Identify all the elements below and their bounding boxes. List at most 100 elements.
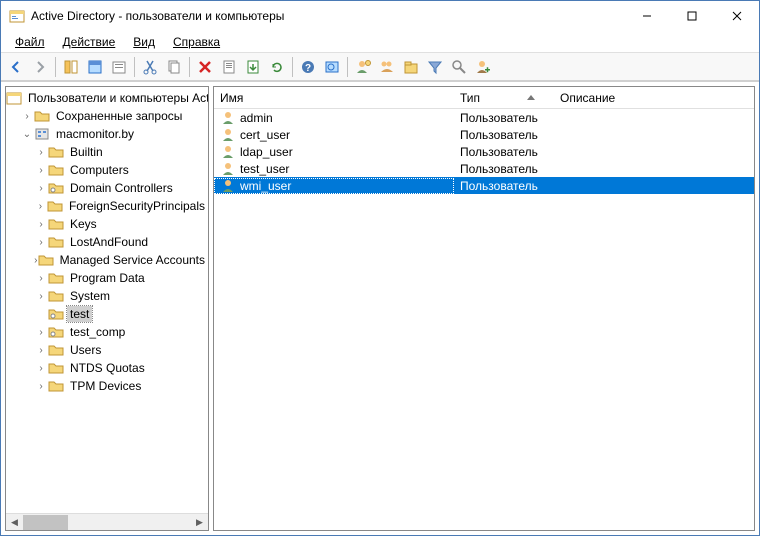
app-icon: [9, 8, 25, 24]
tree-label: LostAndFound: [67, 234, 151, 250]
list-item-type: Пользователь: [454, 162, 554, 176]
expand-icon[interactable]: ›: [34, 183, 48, 194]
collapse-icon[interactable]: ⌄: [20, 129, 34, 140]
list-item-test-user[interactable]: test_user Пользователь: [214, 160, 754, 177]
ou-icon: [48, 180, 64, 196]
list-pane: Имя Тип Описание admin Пользователь cert…: [213, 86, 755, 531]
help-button[interactable]: ?: [297, 56, 319, 78]
tree-keys[interactable]: ›Keys: [6, 215, 208, 233]
list-item-cert-user[interactable]: cert_user Пользователь: [214, 126, 754, 143]
minimize-button[interactable]: [624, 1, 669, 31]
refresh-button[interactable]: [266, 56, 288, 78]
close-button[interactable]: [714, 1, 759, 31]
properties-sheet-button[interactable]: [218, 56, 240, 78]
copy-button[interactable]: [163, 56, 185, 78]
toolbar-separator: [134, 57, 135, 77]
nav-forward-button[interactable]: [29, 56, 51, 78]
scroll-left-button[interactable]: ◀: [6, 514, 23, 531]
tree-builtin[interactable]: › Builtin: [6, 143, 208, 161]
tree-view[interactable]: Пользователи и компьютеры Active Directo…: [6, 87, 208, 513]
expand-icon[interactable]: ›: [34, 327, 48, 338]
tree-lostfound[interactable]: › LostAndFound: [6, 233, 208, 251]
folder-icon: [48, 342, 64, 358]
expand-icon[interactable]: ›: [34, 291, 48, 302]
tree-users[interactable]: ›Users: [6, 341, 208, 359]
domain-icon: [34, 126, 50, 142]
tree-saved-queries[interactable]: › Сохраненные запросы: [6, 107, 208, 125]
menu-action[interactable]: Действие: [55, 33, 124, 51]
folder-icon: [48, 288, 64, 304]
toolbar: ?: [1, 53, 759, 81]
properties-button[interactable]: [84, 56, 106, 78]
tree-program-data[interactable]: ›Program Data: [6, 269, 208, 287]
delete-view-button[interactable]: [108, 56, 130, 78]
expand-icon[interactable]: ›: [34, 147, 48, 158]
list-body[interactable]: admin Пользователь cert_user Пользовател…: [214, 109, 754, 530]
column-description[interactable]: Описание: [554, 87, 754, 108]
tree-test[interactable]: test: [6, 305, 208, 323]
tree-pane: Пользователи и компьютеры Active Directo…: [5, 86, 209, 531]
column-name[interactable]: Имя: [214, 87, 454, 108]
tree-computers[interactable]: › Computers: [6, 161, 208, 179]
ad-root-icon: [6, 90, 22, 106]
tree-msa[interactable]: ›Managed Service Accounts: [6, 251, 208, 269]
toolbar-separator: [347, 57, 348, 77]
expand-icon[interactable]: ›: [34, 381, 48, 392]
tree-label: Пользователи и компьютеры Active Directo…: [25, 90, 208, 106]
list-item-admin[interactable]: admin Пользователь: [214, 109, 754, 126]
tree-label: macmonitor.by: [53, 126, 137, 142]
add-to-group-button[interactable]: [472, 56, 494, 78]
expand-icon[interactable]: ›: [34, 237, 48, 248]
folder-icon: [34, 108, 50, 124]
find-objects-button[interactable]: [448, 56, 470, 78]
cut-button[interactable]: [139, 56, 161, 78]
new-ou-button[interactable]: [400, 56, 422, 78]
tree-label: Builtin: [67, 144, 106, 160]
tree-label: Computers: [67, 162, 132, 178]
delete-button[interactable]: [194, 56, 216, 78]
menu-help[interactable]: Справка: [165, 33, 228, 51]
folder-icon: [48, 162, 64, 178]
toolbar-separator: [55, 57, 56, 77]
maximize-button[interactable]: [669, 1, 714, 31]
tree-test-comp[interactable]: ›test_comp: [6, 323, 208, 341]
expand-icon[interactable]: ›: [34, 201, 47, 212]
expand-icon[interactable]: ›: [20, 111, 34, 122]
column-type[interactable]: Тип: [454, 87, 554, 108]
new-group-button[interactable]: [376, 56, 398, 78]
menu-file[interactable]: Файл: [7, 33, 53, 51]
export-button[interactable]: [242, 56, 264, 78]
tree-root[interactable]: Пользователи и компьютеры Active Directo…: [6, 89, 208, 107]
list-item-type: Пользователь: [454, 179, 554, 193]
list-item-wmi-user[interactable]: wmi_user Пользователь: [214, 177, 754, 194]
list-item-ldap-user[interactable]: ldap_user Пользователь: [214, 143, 754, 160]
show-hide-tree-button[interactable]: [60, 56, 82, 78]
horizontal-scrollbar[interactable]: ◀ ▶: [6, 513, 208, 530]
expand-icon[interactable]: ›: [34, 363, 48, 374]
tree-domain[interactable]: ⌄ macmonitor.by: [6, 125, 208, 143]
folder-icon: [48, 144, 64, 160]
tree-label: TPM Devices: [67, 378, 144, 394]
tree-ntds-quotas[interactable]: ›NTDS Quotas: [6, 359, 208, 377]
menu-view[interactable]: Вид: [125, 33, 163, 51]
nav-back-button[interactable]: [5, 56, 27, 78]
tree-fsp[interactable]: ›ForeignSecurityPrincipals: [6, 197, 208, 215]
expand-icon[interactable]: ›: [34, 219, 48, 230]
filter-button[interactable]: [424, 56, 446, 78]
tree-system[interactable]: ›System: [6, 287, 208, 305]
tree-tpm-devices[interactable]: › TPM Devices: [6, 377, 208, 395]
scroll-right-button[interactable]: ▶: [191, 514, 208, 531]
tree-domain-controllers[interactable]: ›Domain Controllers: [6, 179, 208, 197]
expand-icon[interactable]: ›: [34, 165, 48, 176]
window-title: Active Directory - пользователи и компью…: [31, 9, 624, 23]
tree-label: test: [67, 306, 92, 322]
find-button[interactable]: [321, 56, 343, 78]
scroll-thumb[interactable]: [23, 515, 68, 530]
expand-icon[interactable]: ›: [34, 273, 48, 284]
folder-icon: [48, 270, 64, 286]
expand-icon[interactable]: ›: [34, 345, 48, 356]
scroll-track[interactable]: [23, 514, 191, 531]
folder-icon: [48, 216, 64, 232]
svg-text:?: ?: [305, 63, 311, 74]
new-user-button[interactable]: [352, 56, 374, 78]
